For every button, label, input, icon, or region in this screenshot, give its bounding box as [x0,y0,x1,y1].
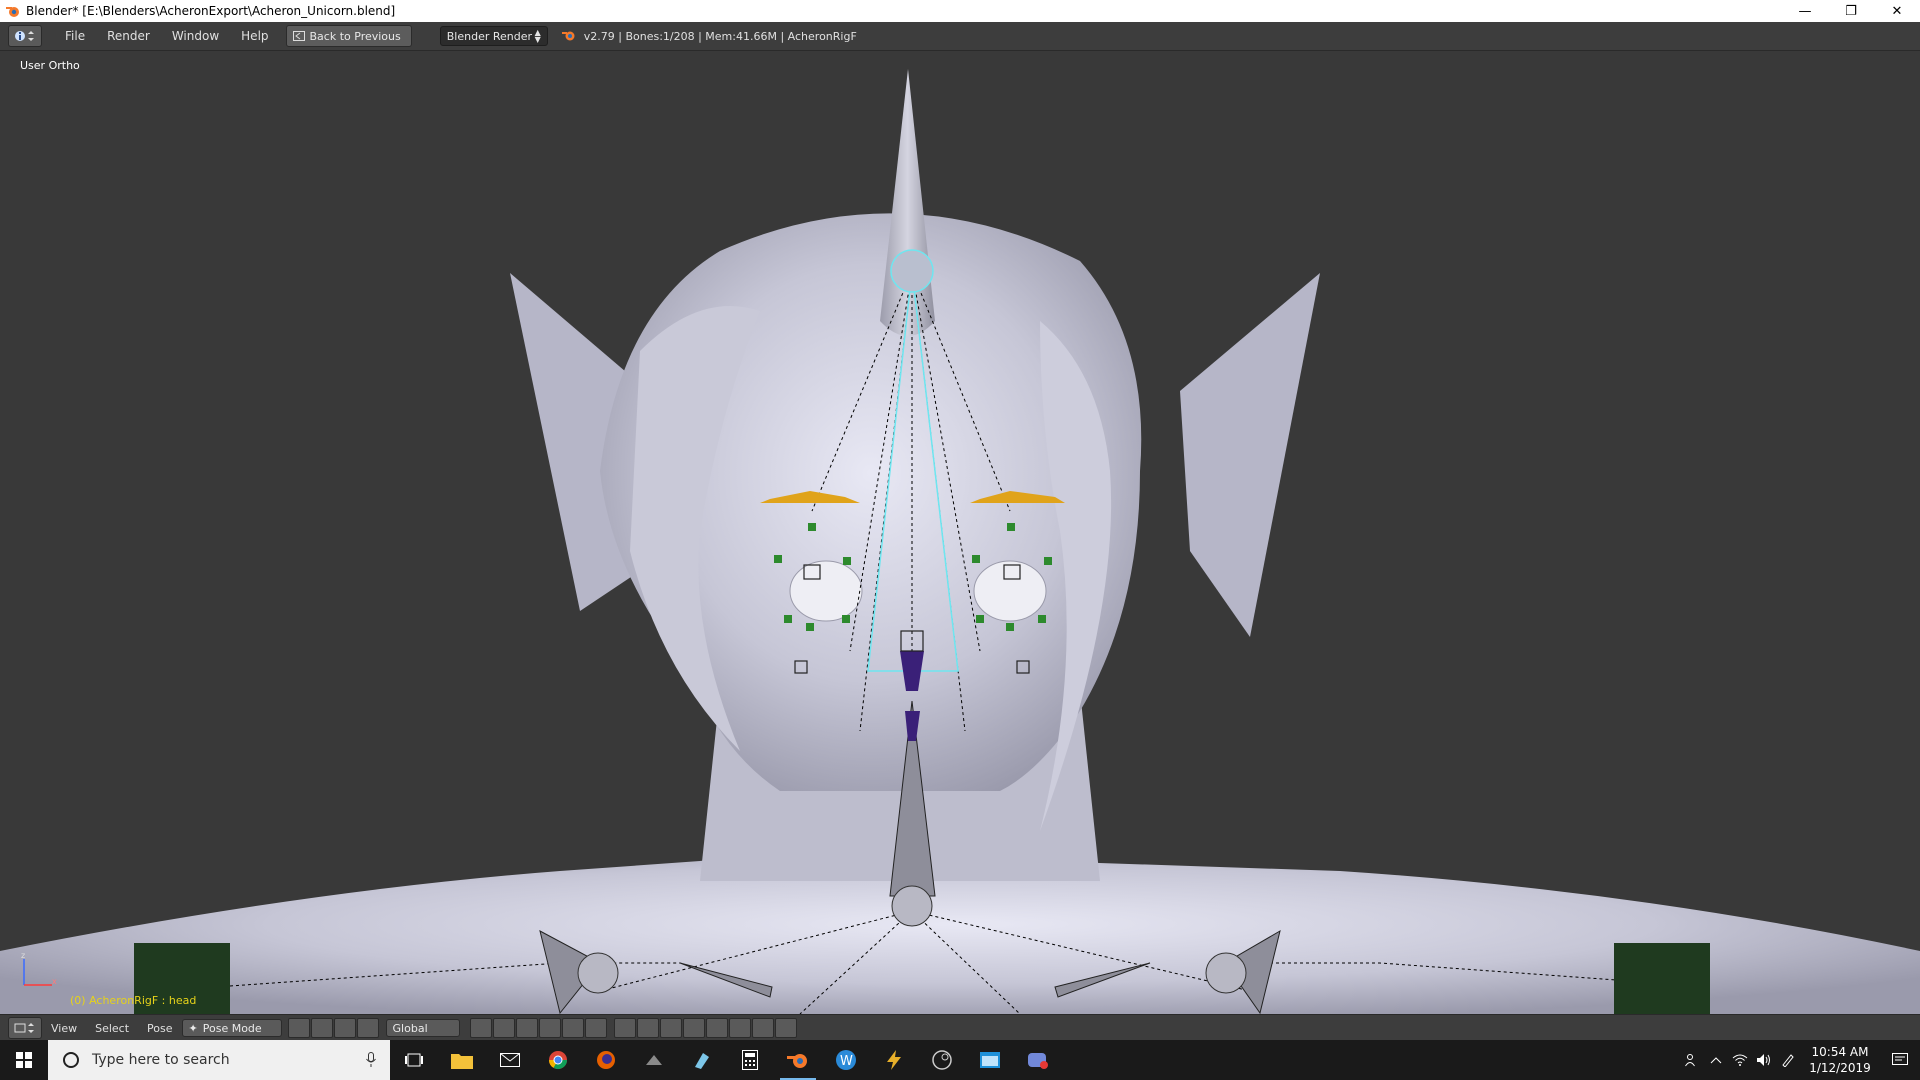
clock-date: 1/12/2019 [1809,1061,1871,1075]
stats-text: v2.79 | Bones:1/208 | Mem:41.66M | Acher… [583,29,857,43]
windows-taskbar: Type here to search W 10:54 AM 1/12/2019 [0,1040,1920,1080]
svg-text:W: W [840,1054,853,1069]
auto-keyframe-button[interactable] [682,1018,705,1038]
search-placeholder: Type here to search [92,1052,230,1068]
calculator-icon[interactable] [726,1040,774,1080]
snap-toggle-button[interactable] [636,1018,659,1038]
menu-select[interactable]: Select [86,1022,138,1035]
render-button[interactable] [751,1018,774,1038]
mode-dropdown[interactable]: ✦ Pose Mode [181,1019,282,1037]
layer-button-6[interactable] [584,1018,607,1038]
taskbar-clock[interactable]: 10:54 AM 1/12/2019 [1800,1044,1880,1076]
pose-mode-icon: ✦ [188,1021,198,1035]
transform-orientation-dropdown[interactable]: Global [385,1019,460,1037]
blender-logo-icon [561,31,575,41]
blender-taskbar-icon[interactable] [774,1040,822,1080]
main-menu: File Render Window Help [54,29,280,43]
editor-type-3dview-selector[interactable] [8,1017,42,1039]
volume-icon[interactable] [1752,1040,1776,1080]
menu-pose[interactable]: Pose [138,1022,181,1035]
chrome-icon[interactable] [534,1040,582,1080]
layer-button-2[interactable] [492,1018,515,1038]
app-window-icon[interactable] [966,1040,1014,1080]
notifications-icon[interactable] [1880,1040,1920,1080]
manipulator-toggle[interactable] [333,1018,356,1038]
app-bolt-icon[interactable] [870,1040,918,1080]
editor-type-selector[interactable] [8,25,42,47]
menu-render[interactable]: Render [96,29,161,43]
taskbar-search-box[interactable]: Type here to search [48,1040,390,1080]
layer-button-3[interactable] [515,1018,538,1038]
menu-window[interactable]: Window [161,29,230,43]
people-icon[interactable] [1680,1040,1704,1080]
character-model-render [0,69,1920,1014]
start-button[interactable] [0,1040,48,1080]
screen-back-icon [292,31,305,41]
orientation-value: Global [392,1021,428,1035]
translate-manipulator-button[interactable] [356,1018,379,1038]
clock-time: 10:54 AM [1811,1045,1869,1059]
active-object-label: (0) AcheronRigF : head [70,994,197,1007]
layer-button-1[interactable] [469,1018,492,1038]
svg-text:z: z [21,951,25,960]
render-anim-button[interactable] [774,1018,797,1038]
file-explorer-icon[interactable] [438,1040,486,1080]
menu-view[interactable]: View [42,1022,86,1035]
close-button[interactable]: ✕ [1874,0,1920,22]
svg-text:x: x [52,977,57,986]
layer-button-5[interactable] [561,1018,584,1038]
proportional-edit-button[interactable] [613,1018,636,1038]
system-tray: 10:54 AM 1/12/2019 [1680,1040,1920,1080]
layer-button-4[interactable] [538,1018,561,1038]
wifi-icon[interactable] [1728,1040,1752,1080]
3d-viewport[interactable]: User Ortho z x (0) AcheronRigF : head [0,51,1920,1014]
window-title: Blender* [E:\Blenders\AcheronExport\Ache… [26,4,396,18]
3d-view-header: View Select Pose ✦ Pose Mode Global [0,1014,1920,1041]
info-header: File Render Window Help Back to Previous… [0,22,1920,51]
viewport-shading-button[interactable] [287,1018,310,1038]
steam-icon[interactable] [918,1040,966,1080]
back-to-previous-label: Back to Previous [309,29,401,43]
menu-help[interactable]: Help [230,29,279,43]
game-icon[interactable] [630,1040,678,1080]
back-to-previous-button[interactable]: Back to Previous [285,25,412,47]
view-label: User Ortho [20,59,80,72]
paint-icon[interactable] [678,1040,726,1080]
menu-file[interactable]: File [54,29,96,43]
copy-pose-button[interactable] [705,1018,728,1038]
blender-logo-icon [6,7,19,17]
mail-icon[interactable] [486,1040,534,1080]
task-view-icon[interactable] [390,1040,438,1080]
3d-view-icon [14,1023,34,1033]
render-engine-value: Blender Render [446,29,533,43]
discord-icon[interactable] [1014,1040,1062,1080]
app-w-icon[interactable]: W [822,1040,870,1080]
render-engine-dropdown[interactable]: Blender Render ▲ ▼ [439,26,548,46]
cortana-icon [63,1052,79,1068]
pivot-point-button[interactable] [310,1018,333,1038]
chevron-up-icon[interactable] [1704,1040,1728,1080]
window-title-bar: Blender* [E:\Blenders\AcheronExport\Ache… [0,0,1920,22]
microphone-icon[interactable] [366,1052,376,1068]
scene-stats: v2.79 | Bones:1/208 | Mem:41.66M | Acher… [561,29,857,43]
mode-value: Pose Mode [202,1021,262,1035]
windows-logo-icon [16,1052,32,1068]
info-icon [15,31,34,41]
paste-pose-button[interactable] [728,1018,751,1038]
snap-element-button[interactable] [659,1018,682,1038]
pen-icon[interactable] [1776,1040,1800,1080]
firefox-icon[interactable] [582,1040,630,1080]
minimize-button[interactable]: — [1782,0,1828,22]
restore-button[interactable]: ❐ [1828,0,1874,22]
chevron-updown-icon: ▲ ▼ [534,28,541,44]
axis-gizmo-icon: z x [21,951,57,986]
